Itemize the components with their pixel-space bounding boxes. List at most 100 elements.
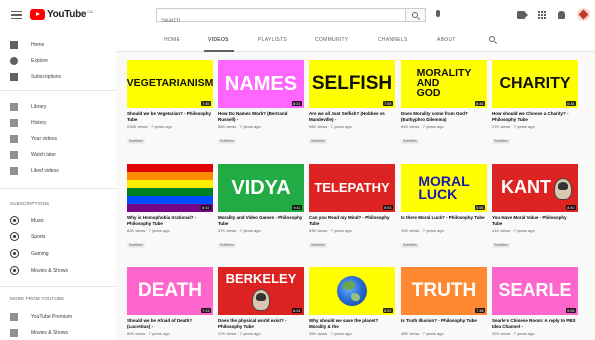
tab-home[interactable]: HOME (164, 37, 180, 43)
video-thumbnail[interactable]: VIDYA 9:11 (218, 164, 304, 212)
video-card[interactable]: KANT 8:40 You Have Moral Value - Philosoph… (492, 164, 578, 251)
notifications-bell-icon[interactable] (558, 11, 565, 19)
sidebar-item[interactable]: YouTube Premium (0, 310, 116, 323)
video-title[interactable]: Is there Moral Luck? - Philosophy Tube (401, 215, 487, 227)
video-thumbnail[interactable]: NAMES 8:21 (218, 60, 304, 108)
video-thumbnail[interactable]: BERKELEY 8:24 (218, 267, 304, 315)
sidebar-item[interactable]: Your videos (0, 132, 116, 145)
video-card[interactable]: MORAL LUCK 5:56 Is there Moral Luck? - Phi… (401, 164, 487, 251)
subtitles-badge: Subtitles (127, 138, 145, 144)
video-title[interactable]: Does the physical world exist? - Philoso… (218, 318, 304, 330)
tab-playlists[interactable]: PLAYLISTS (258, 37, 287, 43)
channel-tabs: HOME VIDEOS PLAYLISTS COMMUNITY CHANNELS ABOU… (116, 30, 595, 52)
sidebar-item[interactable]: History (0, 116, 116, 129)
video-duration: 6:02 (382, 308, 393, 313)
search-input[interactable] (157, 15, 405, 27)
video-title[interactable]: Should we be Afraid of Death? (Lucretius… (127, 318, 213, 330)
video-title[interactable]: Searle's Chinese Room: A reply to PBS Id… (492, 318, 578, 330)
video-thumbnail[interactable]: TELEPATHY 6:53 (309, 164, 395, 212)
sidebar-item[interactable]: Gaming (0, 247, 116, 260)
tab-about[interactable]: ABOUT (437, 37, 456, 43)
video-duration: 7:55 (382, 101, 393, 106)
video-card[interactable]: BERKELEY 8:24 Does the physical world exis… (218, 267, 304, 336)
video-card[interactable]: VIDYA 9:11 Morality and Video Games - Phil… (218, 164, 304, 251)
sidebar-item-label: Movies & Shows (31, 267, 68, 274)
video-thumbnail[interactable]: SEARLE 9:05 (492, 267, 578, 315)
video-card[interactable]: SEARLE 9:05 Searle's Chinese Room: A reply… (492, 267, 578, 336)
video-card[interactable]: VEGETARIANISM 7:45 Should we be Vegetarian… (127, 60, 213, 147)
sidebar-item[interactable]: Music (0, 214, 116, 227)
video-meta: 19K views · 7 years ago (401, 228, 444, 233)
video-meta: 82K views · 7 years ago (127, 228, 170, 233)
search-button[interactable] (406, 8, 426, 22)
video-title[interactable]: Morality and Video Games - Philosophy Tu… (218, 215, 304, 227)
video-title[interactable]: Why is Homophobia Irrational? - Philosop… (127, 215, 213, 227)
video-title[interactable]: Should we be Vegetarian? - Philosophy Tu… (127, 111, 213, 123)
sidebar-item[interactable]: Movies & Shows (0, 326, 116, 339)
video-card[interactable]: 8:02 Why is Homophobia Irrational? - Phil… (127, 164, 213, 251)
channel-search-icon[interactable] (489, 36, 495, 42)
video-thumbnail[interactable]: CHARITY 6:34 (492, 60, 578, 108)
youtube-logo[interactable]: YouTube CA (30, 9, 93, 20)
video-meta: 35K views · 7 years ago (309, 331, 352, 336)
video-title[interactable]: Are we all Just Selfish? (Hobbes vs Mand… (309, 111, 395, 123)
video-thumbnail[interactable]: DEATH 7:13 (127, 267, 213, 315)
video-thumbnail[interactable]: 8:02 (127, 164, 213, 212)
video-card[interactable]: NAMES 8:21 How Do Names Work? (Bertrand Ru… (218, 60, 304, 147)
sidebar-item[interactable]: Movies & Shows (0, 264, 116, 277)
tab-videos[interactable]: VIDEOS (208, 37, 229, 43)
video-meta: 56K views · 7 years ago (218, 124, 261, 129)
video-title[interactable]: You Have Moral Value - Philosophy Tube (492, 215, 578, 227)
tab-channels[interactable]: CHANNELS (378, 37, 408, 43)
sidebar-item[interactable]: Explore (0, 54, 116, 67)
video-thumbnail[interactable]: MORALITY AND GOD 8:46 (401, 60, 487, 108)
create-video-icon[interactable] (517, 11, 528, 19)
thumbnail-title-text: TRUTH (411, 279, 477, 301)
apps-grid-icon[interactable] (538, 11, 546, 19)
video-card[interactable]: MORALITY AND GOD 8:46 Does Morality come f… (401, 60, 487, 147)
video-card[interactable]: 6:02 Why should we save the planet? Moral… (309, 267, 395, 336)
channel-main: HOME VIDEOS PLAYLISTS COMMUNITY CHANNELS ABOU… (116, 30, 595, 340)
video-thumbnail[interactable]: 6:02 (309, 267, 395, 315)
microphone-icon[interactable] (436, 10, 440, 17)
video-thumbnail[interactable]: TRUTH 7:38 (401, 267, 487, 315)
video-meta: 37K views · 7 years ago (218, 228, 261, 233)
video-card[interactable]: TRUTH 7:38 Is Truth Illusion? - Philosophy… (401, 267, 487, 336)
video-title[interactable]: Does Morality come from God? (Euthyphro … (401, 111, 487, 123)
sidebar-item[interactable]: Subscriptions (0, 70, 116, 83)
sidebar-item[interactable]: Liked videos (0, 164, 116, 177)
sidebar-item[interactable]: Sports (0, 230, 116, 243)
subtitles-badge: Subtitles (401, 138, 419, 144)
video-duration: 9:05 (565, 308, 576, 313)
sidebar-item-label: Gaming (31, 250, 49, 257)
sidebar-divider (0, 90, 116, 91)
video-meta: 226K views · 7 years ago (127, 124, 172, 129)
video-duration: 5:56 (474, 205, 485, 210)
account-avatar[interactable] (577, 8, 590, 21)
sidebar: Home Explore Subscriptions Library History Yo… (0, 30, 116, 340)
video-meta: 60K views · 7 years ago (127, 331, 170, 336)
video-title[interactable]: How should we Choose a Charity? - Philos… (492, 111, 578, 123)
video-title[interactable]: Why should we save the planet? Morality … (309, 318, 395, 330)
sidebar-item-label: Watch later (31, 151, 57, 158)
tab-community[interactable]: COMMUNITY (315, 37, 349, 43)
video-thumbnail[interactable]: SELFISH 7:55 (309, 60, 395, 108)
menu-icon[interactable] (11, 11, 22, 20)
video-thumbnail[interactable]: MORAL LUCK 5:56 (401, 164, 487, 212)
philosopher-portrait-image (554, 178, 572, 200)
video-card[interactable]: DEATH 7:13 Should we be Afraid of Death? (… (127, 267, 213, 336)
video-card[interactable]: SELFISH 7:55 Are we all Just Selfish? (Hob… (309, 60, 395, 147)
sidebar-item[interactable]: Watch later (0, 148, 116, 161)
video-title[interactable]: Is Truth Illusion? - Philosophy Tube (401, 318, 487, 330)
sidebar-item[interactable]: Home (0, 38, 116, 51)
sidebar-item[interactable]: Library (0, 100, 116, 113)
video-duration: 8:02 (200, 205, 211, 210)
video-card[interactable]: CHARITY 6:34 How should we Choose a Charit… (492, 60, 578, 147)
thumbnail-title-text: CHARITY (499, 75, 571, 93)
video-thumbnail[interactable]: VEGETARIANISM 7:45 (127, 60, 213, 108)
video-title[interactable]: How Do Names Work? (Bertrand Russell) - (218, 111, 304, 123)
video-thumbnail[interactable]: KANT 8:40 (492, 164, 578, 212)
video-card[interactable]: TELEPATHY 6:53 Can you Read my Mind? - Phi… (309, 164, 395, 251)
video-title[interactable]: Can you Read my Mind? - Philosophy Tube (309, 215, 395, 227)
sidebar-item-label: YouTube Premium (31, 313, 73, 320)
